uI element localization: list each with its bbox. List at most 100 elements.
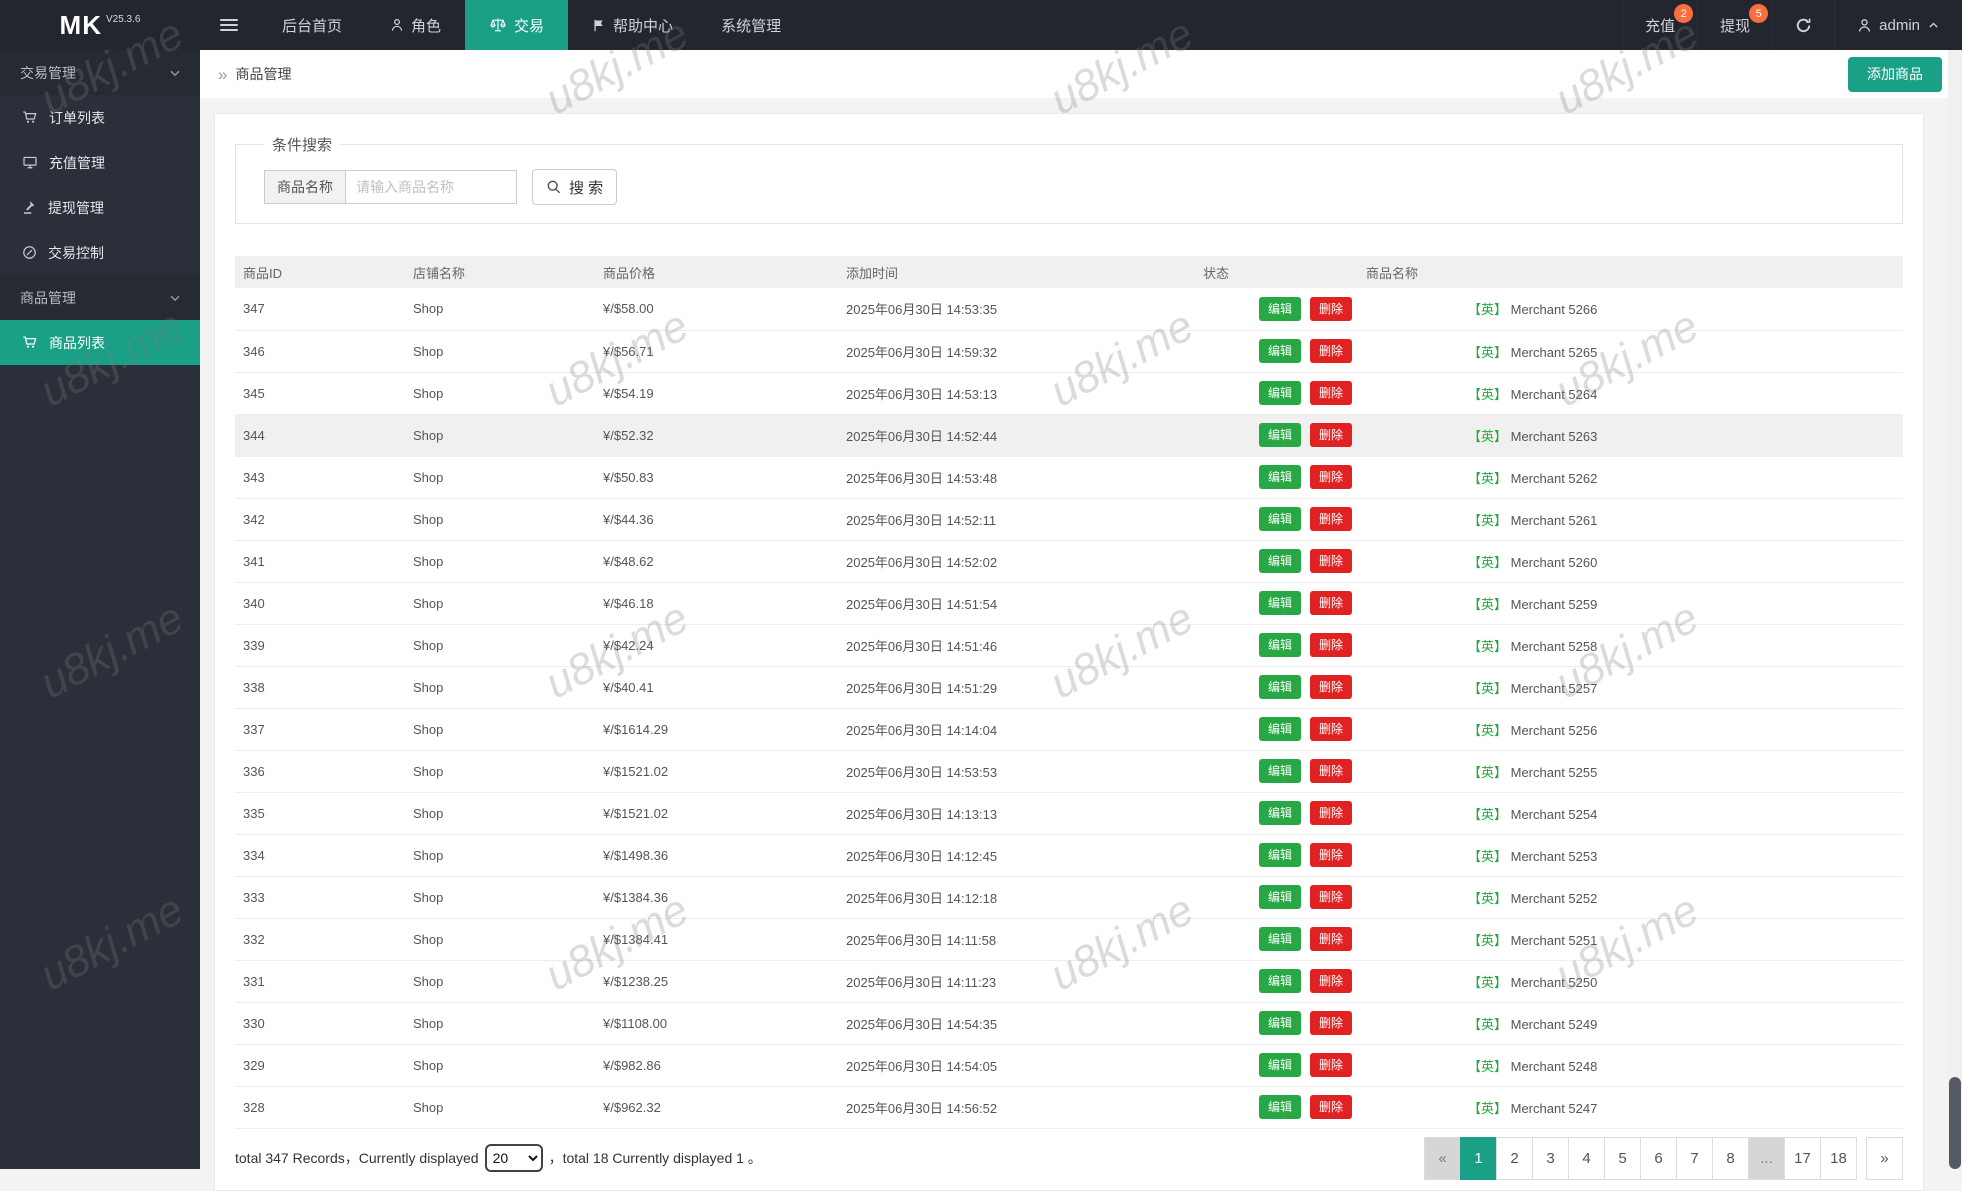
pagination-page-3[interactable]: 3 bbox=[1532, 1137, 1569, 1180]
delete-button[interactable]: 删除 bbox=[1310, 675, 1352, 699]
edit-button[interactable]: 编辑 bbox=[1259, 885, 1301, 909]
delete-button[interactable]: 删除 bbox=[1310, 423, 1352, 447]
language-tag: 【英】 bbox=[1468, 681, 1507, 696]
product-name-label: 商品名称 bbox=[264, 170, 345, 204]
cell-product-name: 【英】 Merchant 5251 bbox=[1358, 918, 1903, 960]
cell-status-actions: 编辑删除 bbox=[1195, 498, 1358, 540]
edit-button[interactable]: 编辑 bbox=[1259, 591, 1301, 615]
nav-item-roles[interactable]: 角色 bbox=[366, 0, 465, 50]
delete-button[interactable]: 删除 bbox=[1310, 717, 1352, 741]
delete-button[interactable]: 删除 bbox=[1310, 801, 1352, 825]
cell-status-actions: 编辑删除 bbox=[1195, 750, 1358, 792]
delete-button[interactable]: 删除 bbox=[1310, 885, 1352, 909]
pagination-page-2[interactable]: 2 bbox=[1496, 1137, 1533, 1180]
nav-item-dashboard[interactable]: 后台首页 bbox=[258, 0, 366, 50]
nav-item-help-center[interactable]: 帮助中心 bbox=[568, 0, 697, 50]
edit-button[interactable]: 编辑 bbox=[1259, 549, 1301, 573]
delete-button[interactable]: 删除 bbox=[1310, 843, 1352, 867]
delete-button[interactable]: 删除 bbox=[1310, 507, 1352, 531]
username: admin bbox=[1879, 17, 1920, 34]
edit-button[interactable]: 编辑 bbox=[1259, 759, 1301, 783]
pagination-page-4[interactable]: 4 bbox=[1568, 1137, 1605, 1180]
cell-created-time: 2025年06月30日 14:13:13 bbox=[838, 792, 1195, 834]
sidebar-item-withdraw-management[interactable]: 提现管理 bbox=[0, 185, 200, 230]
nav-item-system[interactable]: 系统管理 bbox=[697, 0, 805, 50]
edit-button[interactable]: 编辑 bbox=[1259, 675, 1301, 699]
cell-product-price: ¥/$1498.36 bbox=[595, 834, 838, 876]
sidebar-section-trade-management[interactable]: 交易管理 bbox=[0, 50, 200, 95]
cell-shop-name: Shop bbox=[405, 624, 595, 666]
edit-button[interactable]: 编辑 bbox=[1259, 381, 1301, 405]
pagination-page-1[interactable]: 1 bbox=[1460, 1137, 1497, 1180]
scrollbar-thumb[interactable] bbox=[1949, 1077, 1961, 1169]
delete-button[interactable]: 删除 bbox=[1310, 591, 1352, 615]
cell-created-time: 2025年06月30日 14:51:29 bbox=[838, 666, 1195, 708]
nav-item-trade[interactable]: 交易 bbox=[465, 0, 568, 50]
cell-product-name: 【英】 Merchant 5256 bbox=[1358, 708, 1903, 750]
edit-button[interactable]: 编辑 bbox=[1259, 633, 1301, 657]
cell-created-time: 2025年06月30日 14:51:46 bbox=[838, 624, 1195, 666]
pagination-page-18[interactable]: 18 bbox=[1820, 1137, 1857, 1180]
pagination-page-5[interactable]: 5 bbox=[1604, 1137, 1641, 1180]
pagination-prev[interactable]: « bbox=[1424, 1137, 1461, 1180]
cell-product-id: 337 bbox=[235, 708, 405, 750]
sidebar-section-product-management[interactable]: 商品管理 bbox=[0, 275, 200, 320]
edit-button[interactable]: 编辑 bbox=[1259, 927, 1301, 951]
delete-button[interactable]: 删除 bbox=[1310, 465, 1352, 489]
sidebar-item-label: 充值管理 bbox=[49, 153, 105, 173]
cell-product-id: 342 bbox=[235, 498, 405, 540]
edit-button[interactable]: 编辑 bbox=[1259, 1095, 1301, 1119]
edit-button[interactable]: 编辑 bbox=[1259, 1053, 1301, 1077]
withdraw-shortcut[interactable]: 提现5 bbox=[1697, 0, 1772, 50]
delete-button[interactable]: 删除 bbox=[1310, 297, 1352, 321]
delete-button[interactable]: 删除 bbox=[1310, 969, 1352, 993]
edit-button[interactable]: 编辑 bbox=[1259, 507, 1301, 531]
edit-button[interactable]: 编辑 bbox=[1259, 717, 1301, 741]
delete-button[interactable]: 删除 bbox=[1310, 633, 1352, 657]
delete-button[interactable]: 删除 bbox=[1310, 339, 1352, 363]
delete-button[interactable]: 删除 bbox=[1310, 549, 1352, 573]
pagination-next[interactable]: » bbox=[1866, 1137, 1903, 1180]
vertical-scrollbar[interactable] bbox=[1948, 0, 1962, 1169]
pagination-ellipsis[interactable]: ... bbox=[1748, 1137, 1785, 1180]
delete-button[interactable]: 删除 bbox=[1310, 1053, 1352, 1077]
cell-product-id: 330 bbox=[235, 1002, 405, 1044]
delete-button[interactable]: 删除 bbox=[1310, 927, 1352, 951]
refresh-button[interactable] bbox=[1772, 0, 1834, 50]
edit-button[interactable]: 编辑 bbox=[1259, 843, 1301, 867]
sidebar-item-order-list[interactable]: 订单列表 bbox=[0, 95, 200, 140]
cell-created-time: 2025年06月30日 14:59:32 bbox=[838, 330, 1195, 372]
cell-created-time: 2025年06月30日 14:52:11 bbox=[838, 498, 1195, 540]
cell-created-time: 2025年06月30日 14:53:13 bbox=[838, 372, 1195, 414]
delete-button[interactable]: 删除 bbox=[1310, 759, 1352, 783]
delete-button[interactable]: 删除 bbox=[1310, 381, 1352, 405]
user-menu[interactable]: admin bbox=[1834, 0, 1962, 50]
pagination-page-7[interactable]: 7 bbox=[1676, 1137, 1713, 1180]
recharge-badge: 2 bbox=[1674, 4, 1693, 23]
edit-button[interactable]: 编辑 bbox=[1259, 969, 1301, 993]
edit-button[interactable]: 编辑 bbox=[1259, 465, 1301, 489]
edit-button[interactable]: 编辑 bbox=[1259, 801, 1301, 825]
pagination-page-17[interactable]: 17 bbox=[1784, 1137, 1821, 1180]
sidebar-item-product-list[interactable]: 商品列表 bbox=[0, 320, 200, 365]
sidebar-toggle-button[interactable] bbox=[200, 0, 258, 50]
edit-button[interactable]: 编辑 bbox=[1259, 423, 1301, 447]
edit-button[interactable]: 编辑 bbox=[1259, 297, 1301, 321]
edit-button[interactable]: 编辑 bbox=[1259, 1011, 1301, 1035]
delete-button[interactable]: 删除 bbox=[1310, 1095, 1352, 1119]
search-button[interactable]: 搜 索 bbox=[532, 169, 617, 205]
edit-button[interactable]: 编辑 bbox=[1259, 339, 1301, 363]
product-name-input-group: 商品名称 bbox=[264, 170, 517, 204]
table-row: 340Shop¥/$46.182025年06月30日 14:51:54编辑删除【… bbox=[235, 582, 1903, 624]
pagination-page-6[interactable]: 6 bbox=[1640, 1137, 1677, 1180]
product-name-input[interactable] bbox=[345, 170, 517, 204]
cell-status-actions: 编辑删除 bbox=[1195, 1002, 1358, 1044]
sidebar-item-recharge-management[interactable]: 充值管理 bbox=[0, 140, 200, 185]
recharge-shortcut[interactable]: 充值2 bbox=[1622, 0, 1697, 50]
cell-created-time: 2025年06月30日 14:53:35 bbox=[838, 288, 1195, 330]
page-size-select[interactable]: 20 bbox=[485, 1144, 543, 1172]
add-product-button[interactable]: 添加商品 bbox=[1848, 57, 1942, 92]
sidebar-item-trade-control[interactable]: 交易控制 bbox=[0, 230, 200, 275]
delete-button[interactable]: 删除 bbox=[1310, 1011, 1352, 1035]
pagination-page-8[interactable]: 8 bbox=[1712, 1137, 1749, 1180]
